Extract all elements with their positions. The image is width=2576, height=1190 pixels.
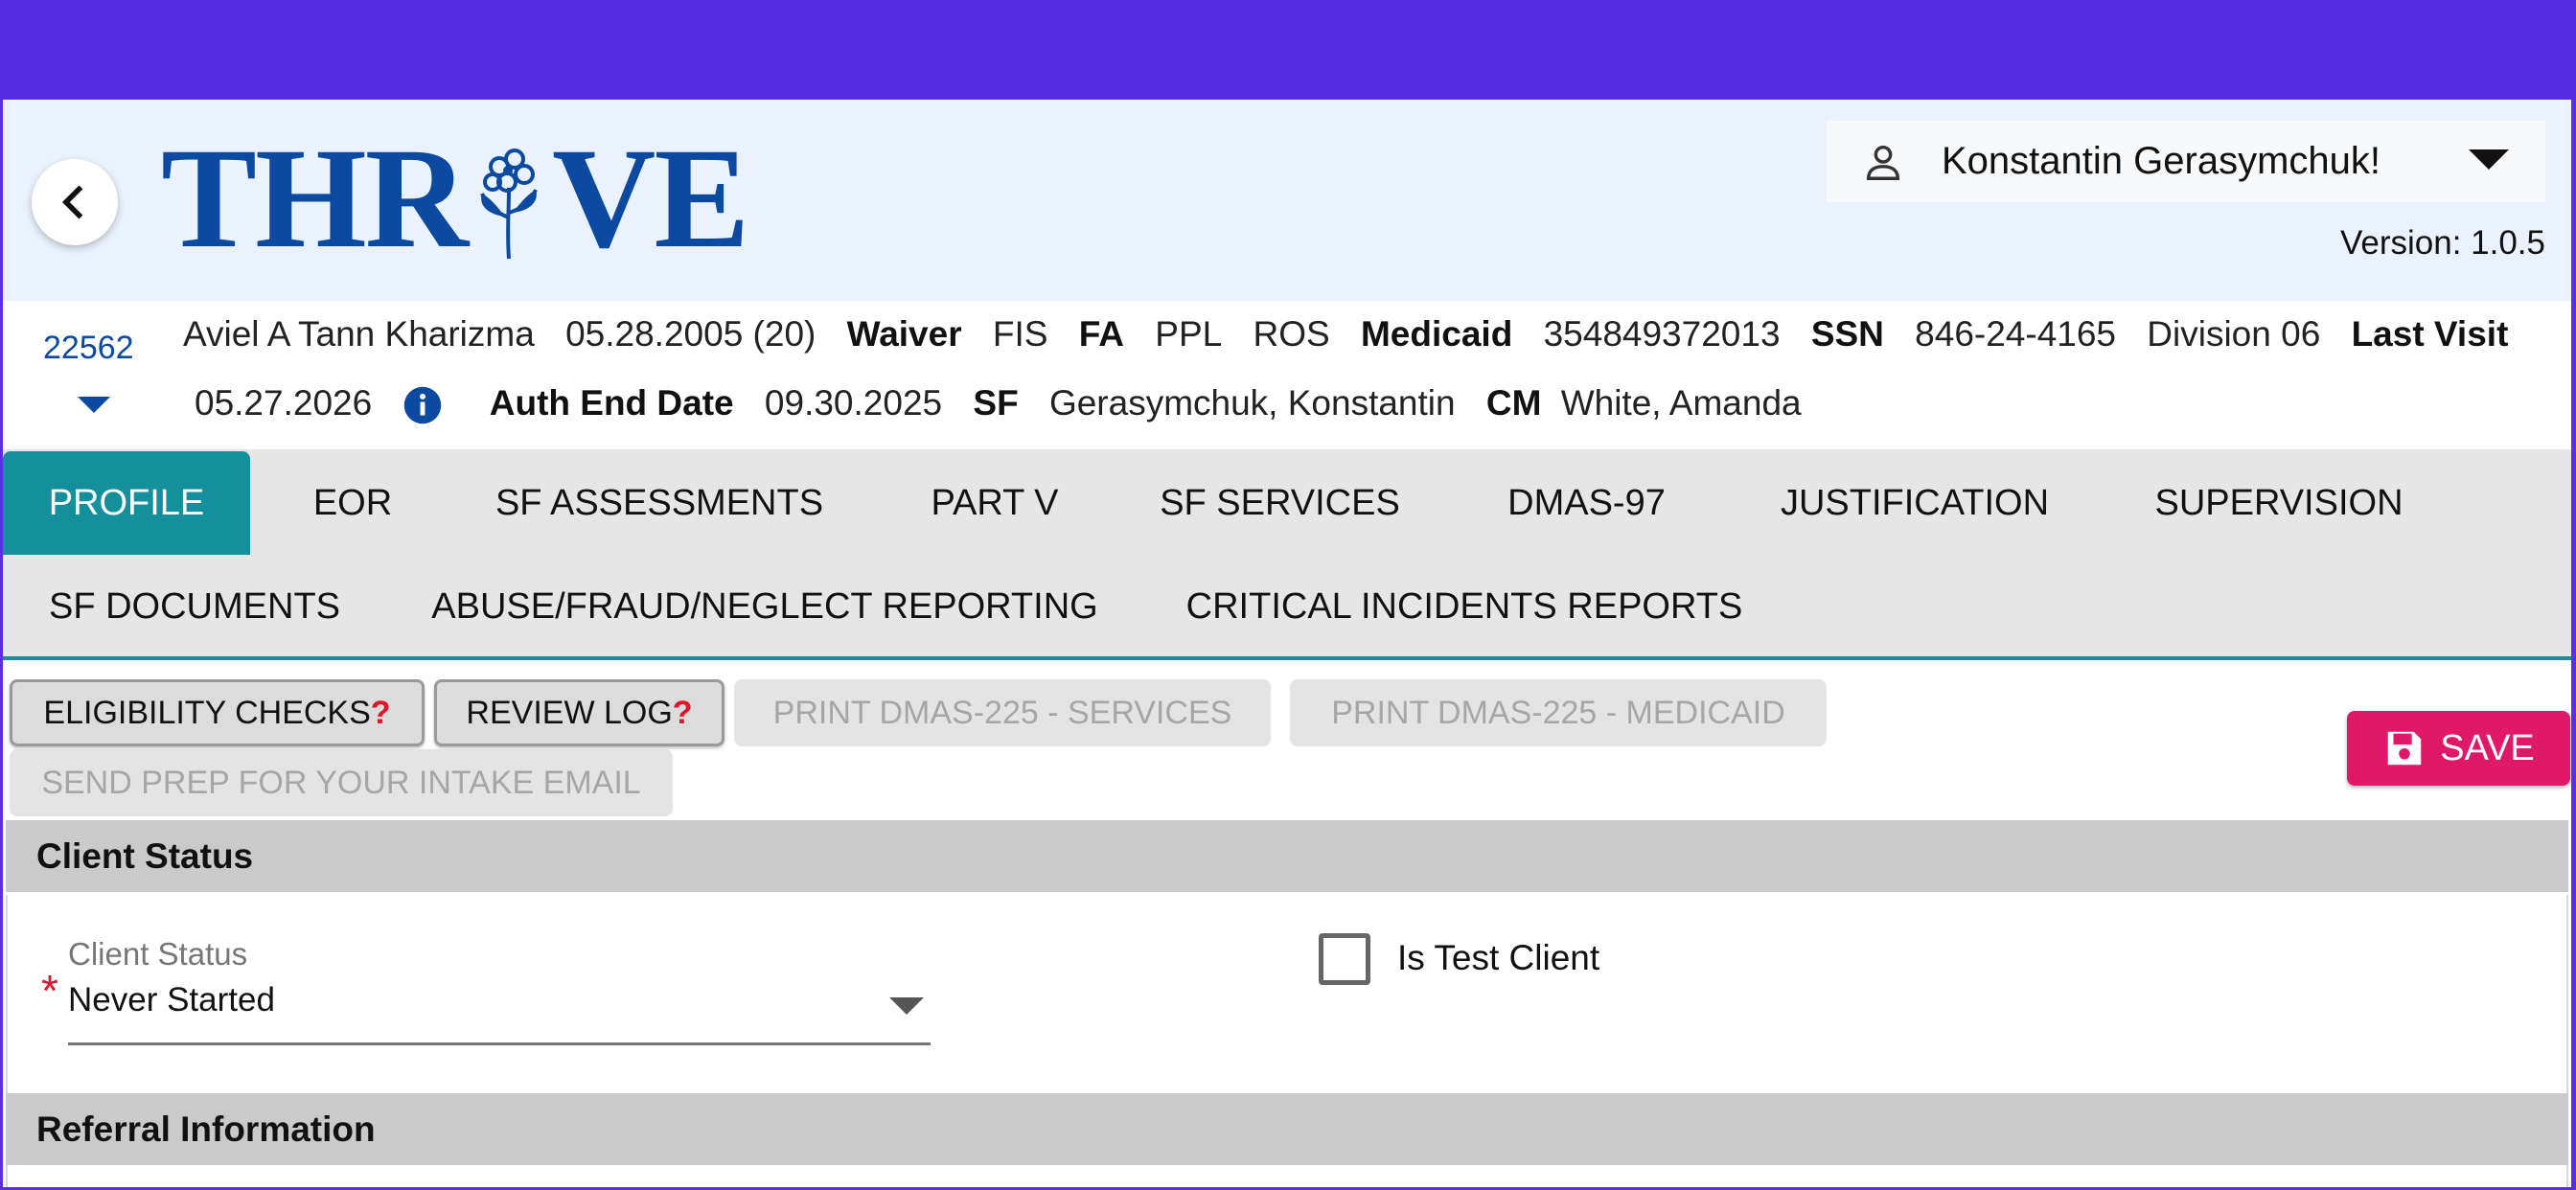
medicaid-label: Medicaid xyxy=(1360,314,1513,354)
select-caret-down-icon[interactable] xyxy=(889,997,924,1015)
waiver-value: FIS xyxy=(992,314,1048,354)
review-log-button[interactable]: REVIEW LOG? xyxy=(434,679,724,746)
flower-logo-icon xyxy=(480,149,538,260)
tab-critical-incidents-reports[interactable]: CRITICAL INCIDENTS REPORTS xyxy=(1177,555,1752,658)
client-dob: 05.28.2005 (20) xyxy=(565,314,816,354)
fa-label: FA xyxy=(1078,314,1125,354)
client-name: Aviel A Tann Kharizma xyxy=(183,314,535,354)
app-window: THR VE Konstantin Gerasymchuk! Version: … xyxy=(3,100,2571,1187)
floppy-disk-icon xyxy=(2387,731,2422,766)
user-menu[interactable]: Konstantin Gerasymchuk! xyxy=(1827,121,2545,202)
cm-label: CM xyxy=(1485,383,1542,423)
fa-value: PPL xyxy=(1155,314,1223,354)
sf-label: SF xyxy=(973,383,1019,423)
tab-part-v[interactable]: PART V xyxy=(908,451,1081,555)
app-header: THR VE Konstantin Gerasymchuk! Version: … xyxy=(3,100,2571,301)
tab-eor[interactable]: EOR xyxy=(290,451,415,555)
client-info-bar: 22562 Aviel A Tann Kharizma 05.28.2005 (… xyxy=(3,301,2571,449)
chevron-left-icon xyxy=(61,185,83,219)
last-visit-label: Last Visit xyxy=(2351,314,2509,354)
save-button[interactable]: SAVE xyxy=(2347,711,2570,786)
tab-supervision[interactable]: SUPERVISION xyxy=(2135,451,2423,555)
tab-sf-assessments[interactable]: SF ASSESSMENTS xyxy=(482,451,837,555)
tab-dmas-97[interactable]: DMAS-97 xyxy=(1484,451,1690,555)
referral-information-section-header: Referral Information xyxy=(6,1093,2568,1165)
sf-value: Gerasymchuk, Konstantin xyxy=(1048,383,1456,423)
division: Division 06 xyxy=(2147,314,2321,354)
device-status-bar xyxy=(0,0,2576,100)
tab-abuse-fraud-neglect-reporting[interactable]: ABUSE/FRAUD/NEGLECT REPORTING xyxy=(431,555,1097,658)
user-name: Konstantin Gerasymchuk! xyxy=(1942,140,2380,182)
print-dmas-225-medicaid-button[interactable]: PRINT DMAS-225 - MEDICAID xyxy=(1290,679,1827,746)
tab-bar: PROFILE EOR SF ASSESSMENTS PART V SF SER… xyxy=(3,449,2571,660)
required-marker: * xyxy=(41,966,58,1016)
auth-end-value: 09.30.2025 xyxy=(764,383,943,423)
ssn-label: SSN xyxy=(1810,314,1884,354)
eligibility-checks-button[interactable]: ELIGIBILITY CHECKS? xyxy=(10,679,425,746)
info-icon[interactable] xyxy=(402,385,443,425)
ros-label: ROS xyxy=(1253,314,1330,354)
client-id[interactable]: 22562 xyxy=(43,330,134,367)
client-status-label: Client Status xyxy=(68,936,248,972)
thrive-logo: THR VE xyxy=(161,119,749,278)
is-test-client-label: Is Test Client xyxy=(1397,938,1600,977)
tab-sf-documents[interactable]: SF DOCUMENTS xyxy=(32,555,357,658)
client-status-select[interactable]: Never Started xyxy=(68,981,275,1019)
back-button[interactable] xyxy=(32,159,118,245)
caret-down-icon[interactable] xyxy=(2469,149,2509,170)
ssn-value: 846-24-4165 xyxy=(1915,314,2117,354)
last-visit-value: 05.27.2026 xyxy=(195,383,373,423)
client-info-line-2: 05.27.2026 Auth End Date 09.30.2025 SF G… xyxy=(195,383,1823,425)
waiver-label: Waiver xyxy=(846,314,962,354)
auth-end-label: Auth End Date xyxy=(489,383,734,423)
medicaid-value: 354849372013 xyxy=(1543,314,1781,354)
tab-sf-services[interactable]: SF SERVICES xyxy=(1148,451,1412,555)
client-status-underline xyxy=(68,1042,931,1045)
tab-profile[interactable]: PROFILE xyxy=(3,451,250,555)
logo-text-left: THR xyxy=(161,119,469,278)
is-test-client-checkbox[interactable] xyxy=(1319,933,1370,985)
send-prep-intake-email-button[interactable]: SEND PREP FOR YOUR INTAKE EMAIL xyxy=(10,749,673,816)
user-icon xyxy=(1866,145,1900,180)
print-dmas-225-services-button[interactable]: PRINT DMAS-225 - SERVICES xyxy=(734,679,1271,746)
expand-client-caret-icon[interactable] xyxy=(78,397,110,413)
cm-value: White, Amanda xyxy=(1560,383,1802,423)
client-status-section-header: Client Status xyxy=(6,820,2568,892)
client-info-line-1: Aviel A Tann Kharizma 05.28.2005 (20) Wa… xyxy=(183,314,2529,355)
app-version: Version: 1.0.5 xyxy=(2339,224,2545,262)
logo-text-right: VE xyxy=(552,119,749,278)
tab-justification[interactable]: JUSTIFICATION xyxy=(1761,451,2068,555)
